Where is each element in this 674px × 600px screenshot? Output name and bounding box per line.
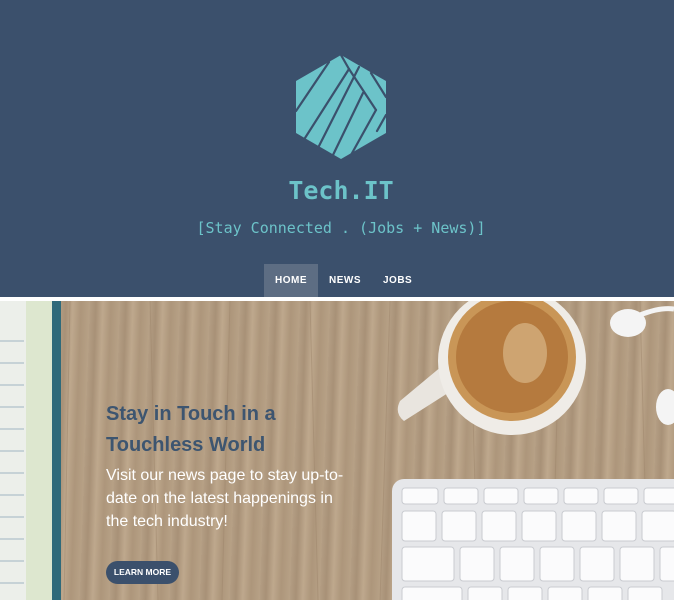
nav-item-jobs[interactable]: JOBS xyxy=(372,264,423,297)
site-header: Tech.IT [Stay Connected . (Jobs + News)]… xyxy=(0,0,674,297)
hero-description: Visit our news page to stay up-to-date o… xyxy=(106,467,344,530)
site-tagline: [Stay Connected . (Jobs + News)] xyxy=(196,219,486,237)
main-nav: HOME NEWS JOBS xyxy=(264,264,423,297)
hexagon-logo-icon[interactable] xyxy=(293,53,389,161)
nav-item-news[interactable]: NEWS xyxy=(318,264,372,297)
hero-section: Stay in Touch in a Touchless World Visit… xyxy=(0,301,674,600)
nav-item-home[interactable]: HOME xyxy=(264,264,318,297)
site-title: Tech.IT xyxy=(288,176,394,205)
hero-heading: Stay in Touch in a Touchless World xyxy=(106,403,276,456)
learn-more-button[interactable]: LEARN MORE xyxy=(106,561,179,584)
